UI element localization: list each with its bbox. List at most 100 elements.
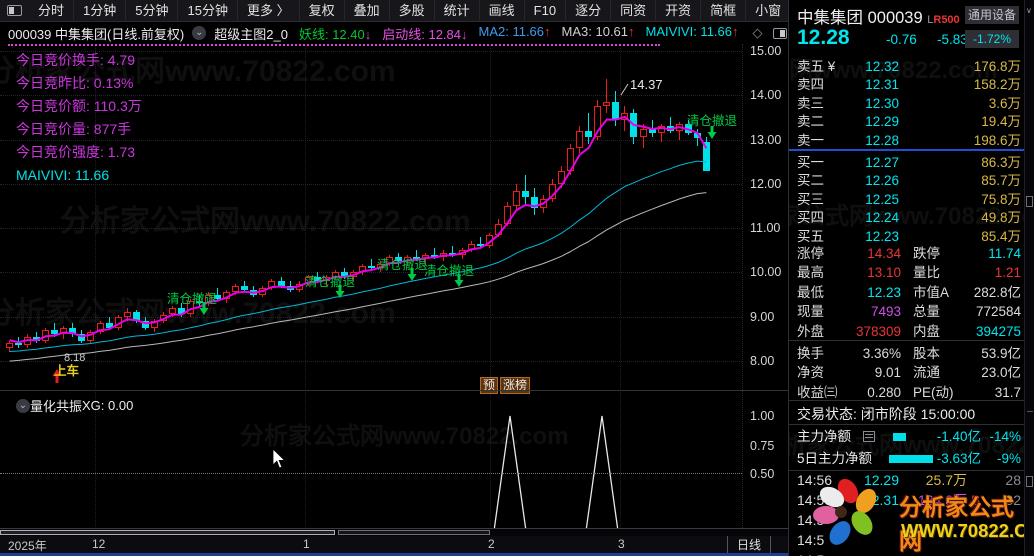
- alert-badge[interactable]: 预: [480, 377, 499, 394]
- study-name[interactable]: 超级主图2_0: [214, 24, 288, 43]
- indicator-value: MAIVIVI: 11.66↑: [645, 23, 739, 39]
- sell-quote-row: 卖一 12.28 198.6万: [789, 131, 1024, 150]
- candle-wick: [434, 248, 436, 260]
- scrollbar-thumb[interactable]: [0, 530, 335, 535]
- menu-item[interactable]: F10: [525, 0, 567, 22]
- gridline-h: [0, 361, 742, 362]
- menu-item[interactable]: 统计: [435, 0, 480, 22]
- candle: [530, 197, 538, 209]
- menu-item[interactable]: 画线: [480, 0, 525, 22]
- split-panel-icon[interactable]: [772, 27, 787, 39]
- flag-r500: R500: [933, 14, 960, 26]
- ma-line-MA3: [9, 192, 707, 362]
- stat-value: 282.8亿: [973, 284, 1021, 300]
- quote-price: 12.27: [865, 155, 899, 170]
- candle: [268, 281, 276, 288]
- quote-volume: 85.7万: [981, 173, 1021, 189]
- stock-name-code[interactable]: 中集集团 000039 LR500: [797, 4, 960, 28]
- trade-status: 交易状态: 闭市阶段 15:00:00: [797, 406, 976, 422]
- candle: [223, 292, 231, 299]
- diamond-icon[interactable]: ◇: [753, 25, 763, 41]
- menu-item[interactable]: 逐分: [566, 0, 612, 22]
- menu-item[interactable]: 开资: [656, 0, 702, 22]
- candle: [24, 336, 32, 346]
- candle: [458, 250, 466, 255]
- stat-value: 7493: [870, 304, 901, 320]
- candle: [368, 265, 375, 268]
- stat-label: 现量: [797, 304, 824, 320]
- rail-marker[interactable]: [1026, 476, 1033, 487]
- candle: [630, 113, 638, 138]
- candle: [177, 307, 185, 315]
- trend-arrow-icon: ↑: [544, 23, 551, 39]
- menu-item[interactable]: 更多 〉: [238, 0, 300, 22]
- quote-price: 12.30: [865, 95, 899, 111]
- window-layout-icon[interactable]: [7, 5, 22, 16]
- menu-item[interactable]: 简框: [701, 0, 747, 22]
- rail-marker[interactable]: [1026, 196, 1033, 207]
- main-chart-area[interactable]: 分析家公式网www.70822.com 分析家公式网www.70822.com …: [0, 0, 788, 556]
- candle: [105, 323, 113, 328]
- period-selector[interactable]: 日线: [727, 536, 771, 553]
- candle: [168, 307, 176, 315]
- detail-list-icon[interactable]: [863, 431, 875, 442]
- menu-item[interactable]: 多股: [390, 0, 435, 22]
- sell-quote-row: 卖二 12.29 19.4万: [789, 112, 1024, 131]
- menu-item[interactable]: 5分钟: [126, 0, 179, 22]
- candle: [295, 283, 303, 291]
- candle: [259, 287, 267, 295]
- quote-label: 买四: [797, 210, 824, 226]
- right-rail: ∨ －: [1024, 0, 1034, 556]
- stat-row: 换手 3.36% 股本 53.9亿: [789, 344, 1024, 363]
- main-flow-row: 主力净额 -1.40亿 -14%: [789, 427, 1024, 446]
- menu-item[interactable]: 1分钟: [74, 0, 127, 22]
- subchart-axis-label: 0.50: [750, 467, 775, 481]
- candle: [141, 321, 149, 328]
- sell-quote-row: 卖五 ¥ 12.32 176.8万: [789, 57, 1024, 76]
- menu-item[interactable]: 小窗: [746, 0, 792, 22]
- alert-badge[interactable]: 涨榜: [500, 377, 531, 394]
- candle: [60, 327, 68, 335]
- subchart-threshold-line: [0, 473, 742, 474]
- subchart-header: ⌄ 量化共振 XG: 0.00: [8, 396, 133, 415]
- stat-label: 外盘: [797, 323, 824, 339]
- rail-dash[interactable]: －: [1026, 406, 1034, 417]
- candle: [476, 243, 484, 246]
- top-menubar: 分时 1分钟 5分钟 15分钟 更多 〉 复权 叠加 多股 统计 画线 F10 逐分 同资 开资 简框 小窗…: [0, 0, 934, 22]
- candle-wick: [371, 259, 372, 271]
- stat-label: 换手: [797, 346, 824, 361]
- industry-tag[interactable]: 通用设备: [965, 6, 1019, 24]
- chevron-down-icon[interactable]: ⌄: [16, 398, 30, 413]
- horizontal-scrollbar[interactable]: [0, 528, 788, 536]
- quote-price: 12.23: [865, 228, 899, 244]
- stat-value: 3.36%: [862, 346, 901, 361]
- peak-pointer-line: [620, 83, 629, 96]
- candle-wick: [588, 113, 590, 144]
- menu-item[interactable]: 15分钟: [178, 0, 238, 22]
- divider: [789, 400, 1024, 401]
- scrollbar-segment[interactable]: [338, 530, 490, 535]
- quote-price: 12.24: [865, 210, 899, 226]
- quote-price: 12.28: [865, 132, 899, 148]
- menu-item[interactable]: 复权: [300, 0, 345, 22]
- quote-price: 12.31: [865, 77, 899, 93]
- chevron-down-icon[interactable]: ⌄: [192, 26, 207, 40]
- candle: [675, 124, 683, 131]
- stat-value: 394275: [975, 323, 1021, 339]
- menu-item[interactable]: 同资: [611, 0, 657, 22]
- flow5-pct: -9%: [996, 451, 1021, 466]
- panel-divider: [0, 390, 788, 391]
- stat-row: 涨停 14.34 跌停 11.74: [789, 244, 1024, 263]
- price-axis-divider: [742, 44, 743, 556]
- menu-item[interactable]: 叠加: [345, 0, 390, 22]
- candle: [693, 132, 701, 138]
- menu-item[interactable]: 分时: [29, 0, 75, 22]
- stat-label: 量比: [913, 265, 940, 281]
- candle: [6, 343, 13, 348]
- time-axis-label: 3: [618, 537, 625, 551]
- chevron-down-icon[interactable]: ∨: [1026, 6, 1032, 15]
- peak-price-label: 14.37: [630, 77, 663, 92]
- time-axis-label: 2025年: [8, 539, 47, 553]
- maivivi-value: MAIVIVI: 11.66: [16, 167, 110, 183]
- auction-stats-overlay: 今日竞价换手: 4.79 今日竞昨比: 0.13% 今日竞价额: 110.3万 今日竞…: [16, 49, 142, 187]
